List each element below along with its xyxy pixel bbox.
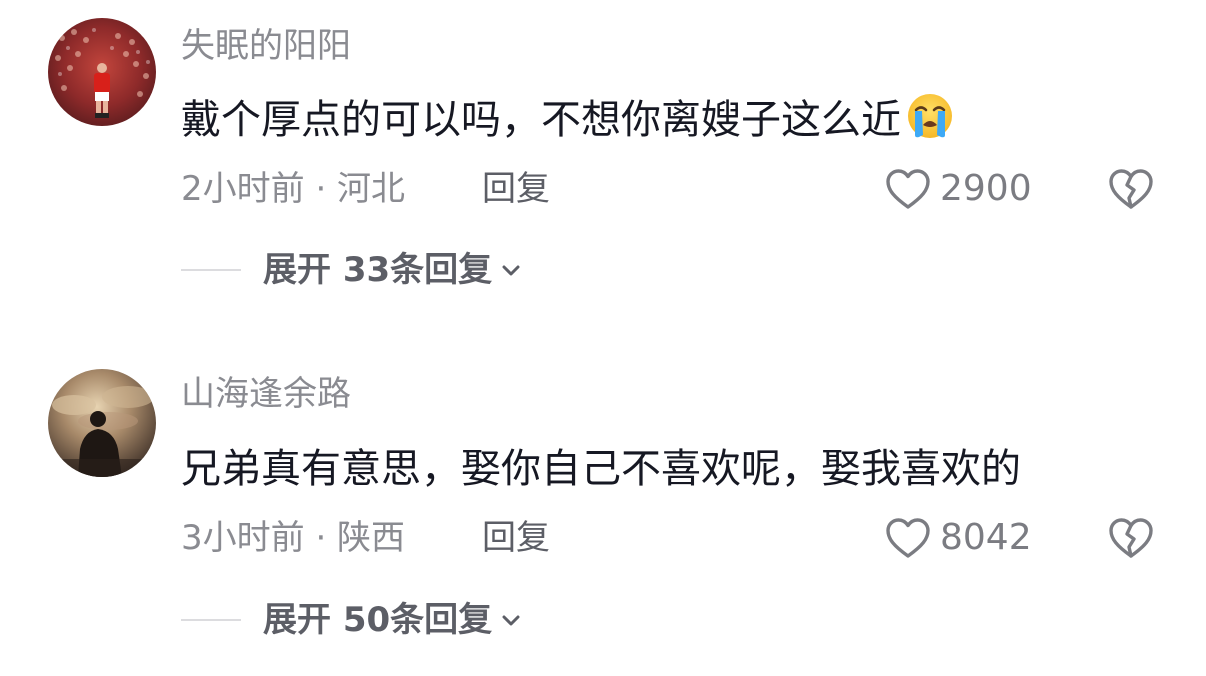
divider	[181, 619, 241, 621]
avatar-image	[48, 18, 156, 126]
username[interactable]: 山海逢余路	[181, 372, 351, 416]
like-count: 2900	[940, 168, 1032, 209]
loudly-crying-face-icon	[905, 91, 955, 155]
avatar[interactable]	[48, 18, 156, 126]
expand-replies-button[interactable]: 展开 33条回复	[263, 248, 524, 292]
dislike-button[interactable]	[1106, 165, 1156, 213]
chevron-down-icon	[502, 615, 520, 626]
username[interactable]: 失眠的阳阳	[181, 24, 351, 68]
comment-text-content: 兄弟真有意思，娶你自己不喜欢呢，娶我喜欢的	[181, 446, 1021, 492]
chevron-down-icon	[502, 265, 520, 276]
avatar-image	[48, 369, 156, 477]
reply-button[interactable]: 回复	[482, 167, 550, 211]
like-button[interactable]: 8042	[884, 514, 1032, 562]
comment-meta: 3小时前 · 陕西	[181, 518, 406, 558]
heart-outline-icon	[886, 169, 930, 209]
comment-text-content: 戴个厚点的可以吗，不想你离嫂子这么近	[181, 97, 901, 143]
comment-text: 戴个厚点的可以吗，不想你离嫂子这么近	[181, 91, 955, 155]
expand-replies-button[interactable]: 展开 50条回复	[263, 598, 524, 642]
reply-button[interactable]: 回复	[482, 516, 550, 560]
comment-text: 兄弟真有意思，娶你自己不喜欢呢，娶我喜欢的	[181, 442, 1021, 496]
like-count: 8042	[940, 517, 1032, 558]
comment-item: 失眠的阳阳 戴个厚点的可以吗，不想你离嫂子这么近 2小时前 · 河北 回复 29…	[0, 0, 1206, 338]
comment-meta: 2小时前 · 河北	[181, 169, 406, 209]
broken-heart-icon	[1109, 518, 1153, 558]
heart-outline-icon	[886, 518, 930, 558]
comment-item: 山海逢余路 兄弟真有意思，娶你自己不喜欢呢，娶我喜欢的 3小时前 · 陕西 回复…	[0, 350, 1206, 676]
divider	[181, 269, 241, 271]
dislike-button[interactable]	[1106, 514, 1156, 562]
expand-replies-label: 展开 50条回复	[263, 600, 493, 640]
broken-heart-icon	[1109, 169, 1153, 209]
avatar[interactable]	[48, 369, 156, 477]
like-button[interactable]: 2900	[884, 165, 1032, 213]
expand-replies-label: 展开 33条回复	[263, 250, 493, 290]
